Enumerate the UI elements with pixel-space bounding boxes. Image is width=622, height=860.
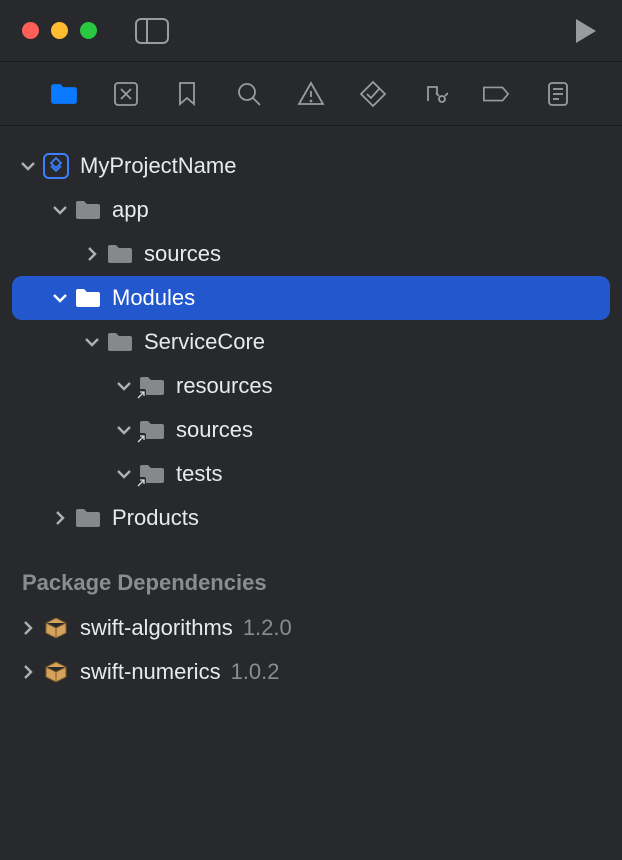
- chevron-right-icon: [20, 664, 36, 680]
- item-label: sources: [144, 241, 221, 267]
- project-name-label: MyProjectName: [80, 153, 236, 179]
- chevron-down-icon: [84, 334, 100, 350]
- folder-item-servicecore[interactable]: ServiceCore: [12, 320, 610, 364]
- folder-item-app[interactable]: app: [12, 188, 610, 232]
- item-label: sources: [176, 417, 253, 443]
- item-label: app: [112, 197, 149, 223]
- run-button[interactable]: [572, 17, 600, 45]
- chevron-down-icon: [20, 158, 36, 174]
- folder-item-sc-sources[interactable]: sources: [12, 408, 610, 452]
- chevron-right-icon: [84, 246, 100, 262]
- find-navigator-tab[interactable]: [235, 80, 263, 108]
- folder-item-tests[interactable]: tests: [12, 452, 610, 496]
- folder-icon: [106, 330, 134, 354]
- item-label: Products: [112, 505, 199, 531]
- minimize-window-button[interactable]: [51, 22, 68, 39]
- project-navigator-tab[interactable]: [50, 80, 78, 108]
- item-label: ServiceCore: [144, 329, 265, 355]
- folder-item-app-sources[interactable]: sources: [12, 232, 610, 276]
- folder-reference-icon: [138, 462, 166, 486]
- chevron-down-icon: [116, 378, 132, 394]
- project-navigator: MyProjectName app sources Modules Servic…: [0, 126, 622, 694]
- chevron-down-icon: [116, 466, 132, 482]
- navigator-toolbar: [0, 62, 622, 126]
- chevron-right-icon: [52, 510, 68, 526]
- dependency-version-label: 1.2.0: [243, 615, 292, 641]
- report-navigator-tab[interactable]: [544, 80, 572, 108]
- debug-navigator-tab[interactable]: [421, 80, 449, 108]
- folder-item-modules[interactable]: Modules: [12, 276, 610, 320]
- window-controls: [22, 22, 97, 39]
- dependency-name-label: swift-numerics: [80, 659, 221, 685]
- folder-icon: [74, 286, 102, 310]
- test-navigator-tab[interactable]: [359, 80, 387, 108]
- close-window-button[interactable]: [22, 22, 39, 39]
- chevron-down-icon: [52, 290, 68, 306]
- chevron-right-icon: [20, 620, 36, 636]
- item-label: tests: [176, 461, 222, 487]
- dependency-name-label: swift-algorithms: [80, 615, 233, 641]
- folder-reference-icon: [138, 374, 166, 398]
- sidebar-toggle-button[interactable]: [135, 18, 169, 44]
- chevron-down-icon: [52, 202, 68, 218]
- project-icon: [42, 154, 70, 178]
- folder-reference-icon: [138, 418, 166, 442]
- breakpoint-navigator-tab[interactable]: [482, 80, 510, 108]
- maximize-window-button[interactable]: [80, 22, 97, 39]
- issue-navigator-tab[interactable]: [297, 80, 325, 108]
- project-root-item[interactable]: MyProjectName: [12, 144, 610, 188]
- package-icon: [42, 616, 70, 640]
- dependencies-section-header: Package Dependencies: [0, 540, 622, 606]
- item-label: Modules: [112, 285, 195, 311]
- source-control-navigator-tab[interactable]: [112, 80, 140, 108]
- titlebar: [0, 0, 622, 62]
- dependency-version-label: 1.0.2: [231, 659, 280, 685]
- dependency-item-swift-algorithms[interactable]: swift-algorithms 1.2.0: [12, 606, 610, 650]
- folder-item-products[interactable]: Products: [12, 496, 610, 540]
- folder-icon: [74, 198, 102, 222]
- folder-icon: [106, 242, 134, 266]
- chevron-down-icon: [116, 422, 132, 438]
- item-label: resources: [176, 373, 273, 399]
- bookmarks-navigator-tab[interactable]: [174, 80, 202, 108]
- folder-icon: [74, 506, 102, 530]
- dependency-item-swift-numerics[interactable]: swift-numerics 1.0.2: [12, 650, 610, 694]
- folder-item-resources[interactable]: resources: [12, 364, 610, 408]
- package-icon: [42, 660, 70, 684]
